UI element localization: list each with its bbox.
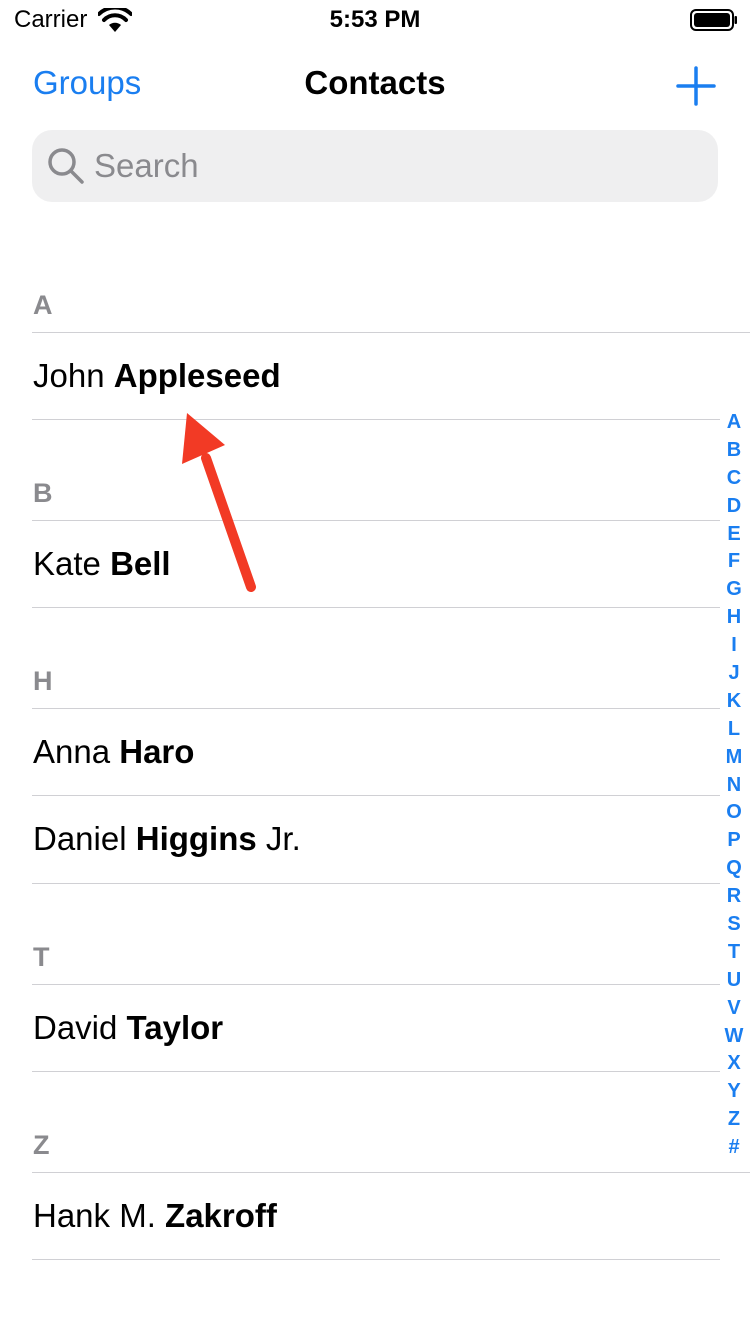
plus-icon[interactable]	[674, 64, 718, 108]
divider	[32, 883, 720, 884]
divider	[32, 1259, 720, 1260]
index-letter[interactable]: R	[722, 883, 746, 911]
contact-row[interactable]: John Appleseed	[0, 333, 715, 419]
section-header-h: H	[33, 666, 53, 696]
index-letter[interactable]: F	[722, 548, 746, 576]
index-letter[interactable]: X	[722, 1050, 746, 1078]
search-icon	[48, 148, 84, 184]
section-header-t: T	[33, 942, 50, 972]
index-letter[interactable]: W	[722, 1023, 746, 1051]
search-input[interactable]	[94, 130, 694, 202]
index-letter[interactable]: K	[722, 688, 746, 716]
contact-row[interactable]: Anna Haro	[0, 709, 715, 795]
contact-name: Daniel Higgins Jr.	[33, 820, 301, 857]
index-letter[interactable]: D	[722, 493, 746, 521]
index-letter[interactable]: J	[722, 660, 746, 688]
section-index[interactable]: A B C D E F G H I J K L M N O P Q R S T U V W X Y Z #	[722, 409, 746, 1162]
index-letter[interactable]: I	[722, 632, 746, 660]
index-letter[interactable]: C	[722, 465, 746, 493]
contact-name: David Taylor	[33, 1009, 224, 1046]
status-bar: Carrier 5:53 PM	[0, 0, 750, 40]
contact-name: Hank M. Zakroff	[33, 1197, 277, 1234]
annotation-arrow-icon	[182, 413, 256, 592]
contact-row[interactable]: Daniel Higgins Jr.	[0, 796, 715, 882]
contact-name: Anna Haro	[33, 733, 195, 770]
index-letter[interactable]: V	[722, 995, 746, 1023]
index-letter[interactable]: G	[722, 576, 746, 604]
index-letter[interactable]: U	[722, 967, 746, 995]
index-letter[interactable]: A	[722, 409, 746, 437]
index-letter[interactable]: Z	[722, 1106, 746, 1134]
index-letter[interactable]: H	[722, 604, 746, 632]
index-letter[interactable]: E	[722, 521, 746, 549]
divider	[32, 419, 720, 420]
page-title: Contacts	[304, 64, 446, 101]
contact-row[interactable]: David Taylor	[0, 985, 715, 1071]
index-letter[interactable]: N	[722, 772, 746, 800]
index-letter[interactable]: S	[722, 911, 746, 939]
index-letter[interactable]: B	[722, 437, 746, 465]
search-bar[interactable]	[32, 130, 718, 202]
index-letter[interactable]: Y	[722, 1078, 746, 1106]
index-letter[interactable]: P	[722, 827, 746, 855]
divider	[32, 1071, 720, 1072]
divider	[32, 607, 720, 608]
index-letter[interactable]: T	[722, 939, 746, 967]
contact-row[interactable]: Kate Bell	[0, 521, 715, 607]
section-header-z: Z	[33, 1130, 50, 1160]
battery-icon	[690, 9, 737, 31]
navigation-bar: Groups Contacts	[0, 52, 750, 122]
contact-row[interactable]: Hank M. Zakroff	[0, 1173, 715, 1259]
status-time: 5:53 PM	[329, 6, 421, 33]
index-letter[interactable]: L	[722, 716, 746, 744]
section-header-a: A	[33, 290, 53, 320]
index-letter[interactable]: M	[722, 744, 746, 772]
index-letter[interactable]: O	[722, 799, 746, 827]
contact-name: John Appleseed	[33, 357, 281, 394]
contact-name: Kate Bell	[33, 545, 171, 582]
index-letter[interactable]: #	[722, 1134, 746, 1162]
section-header-b: B	[33, 478, 53, 508]
index-letter[interactable]: Q	[722, 855, 746, 883]
